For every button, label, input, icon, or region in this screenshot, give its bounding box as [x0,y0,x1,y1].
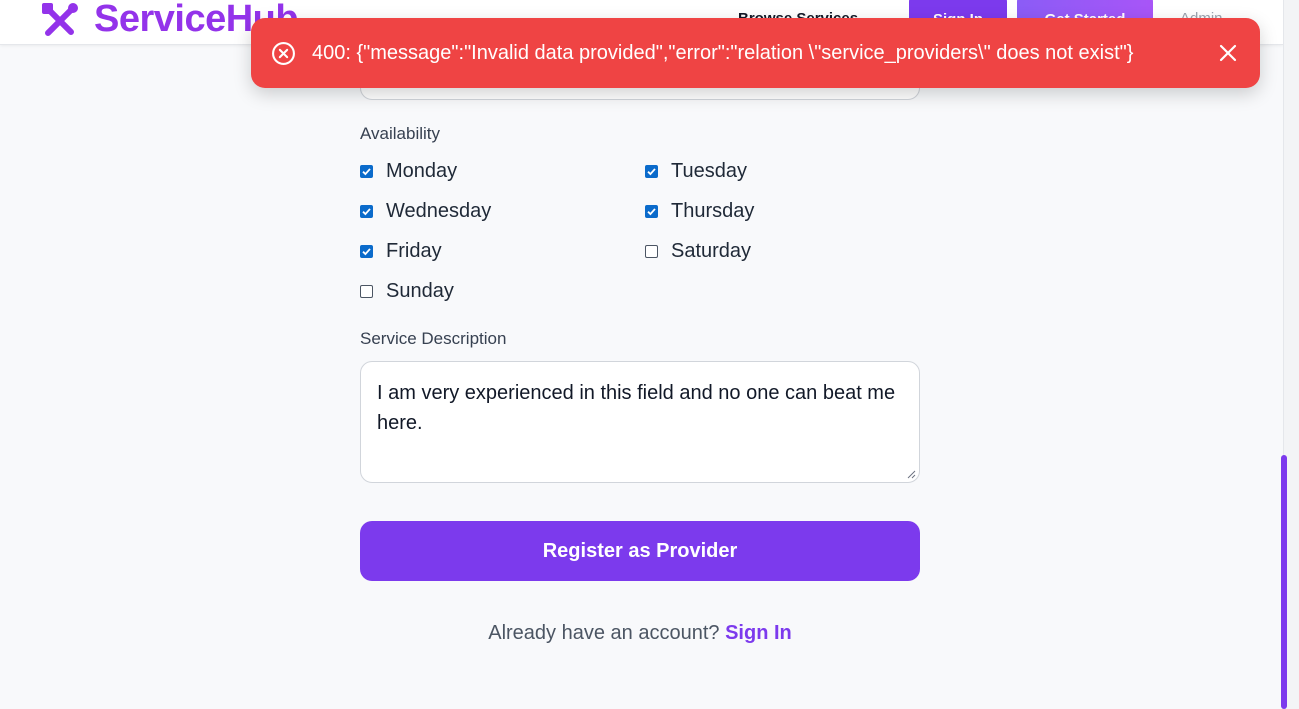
day-checkbox-friday[interactable]: Friday [360,239,442,263]
day-checkbox-tuesday[interactable]: Tuesday [645,159,747,183]
day-checkbox-sunday[interactable]: Sunday [360,279,454,303]
check-icon [362,167,371,175]
service-description-textarea[interactable]: I am very experienced in this field and … [360,361,920,483]
day-label: Sunday [386,279,454,302]
day-label: Thursday [671,199,755,222]
checkbox[interactable] [645,164,658,178]
day-label: Wednesday [386,199,492,222]
tools-icon [42,3,78,36]
page: ServiceHub Browse Services Sign In Get S… [0,0,1299,709]
checkbox[interactable] [360,204,373,218]
error-circle-x-icon [272,41,295,65]
check-icon [362,207,371,215]
check-icon [647,207,656,215]
day-label: Tuesday [671,159,747,182]
checkbox[interactable] [645,204,658,218]
checkbox[interactable] [360,284,373,298]
check-icon [362,247,371,255]
error-toast: 400: {"message":"Invalid data provided",… [251,18,1260,88]
textarea-value: I am very experienced in this field and … [377,382,896,434]
toast-message: 400: {"message":"Invalid data provided",… [312,41,1134,64]
signin-link[interactable]: Sign In [725,622,792,644]
close-icon[interactable] [1218,43,1238,63]
check-icon [647,167,656,175]
day-label: Saturday [671,239,752,262]
day-checkbox-wednesday[interactable]: Wednesday [360,199,491,223]
checkbox[interactable] [360,164,373,178]
day-checkbox-monday[interactable]: Monday [360,159,457,183]
availability-label: Availability [360,124,441,143]
signin-prompt-text: Already have an account? [488,622,720,644]
scrollbar-thumb[interactable] [1281,455,1287,709]
day-checkbox-saturday[interactable]: Saturday [645,239,751,263]
register-as-provider-button[interactable]: Register as Provider [360,521,920,581]
day-checkbox-thursday[interactable]: Thursday [645,199,754,223]
day-label: Friday [386,239,442,262]
signin-prompt-row: Already have an account? Sign In [360,622,920,645]
resize-grip-icon[interactable] [907,470,916,479]
checkbox[interactable] [645,244,658,258]
checkbox[interactable] [360,244,373,258]
service-description-label: Service Description [360,329,507,348]
day-label: Monday [386,159,458,182]
